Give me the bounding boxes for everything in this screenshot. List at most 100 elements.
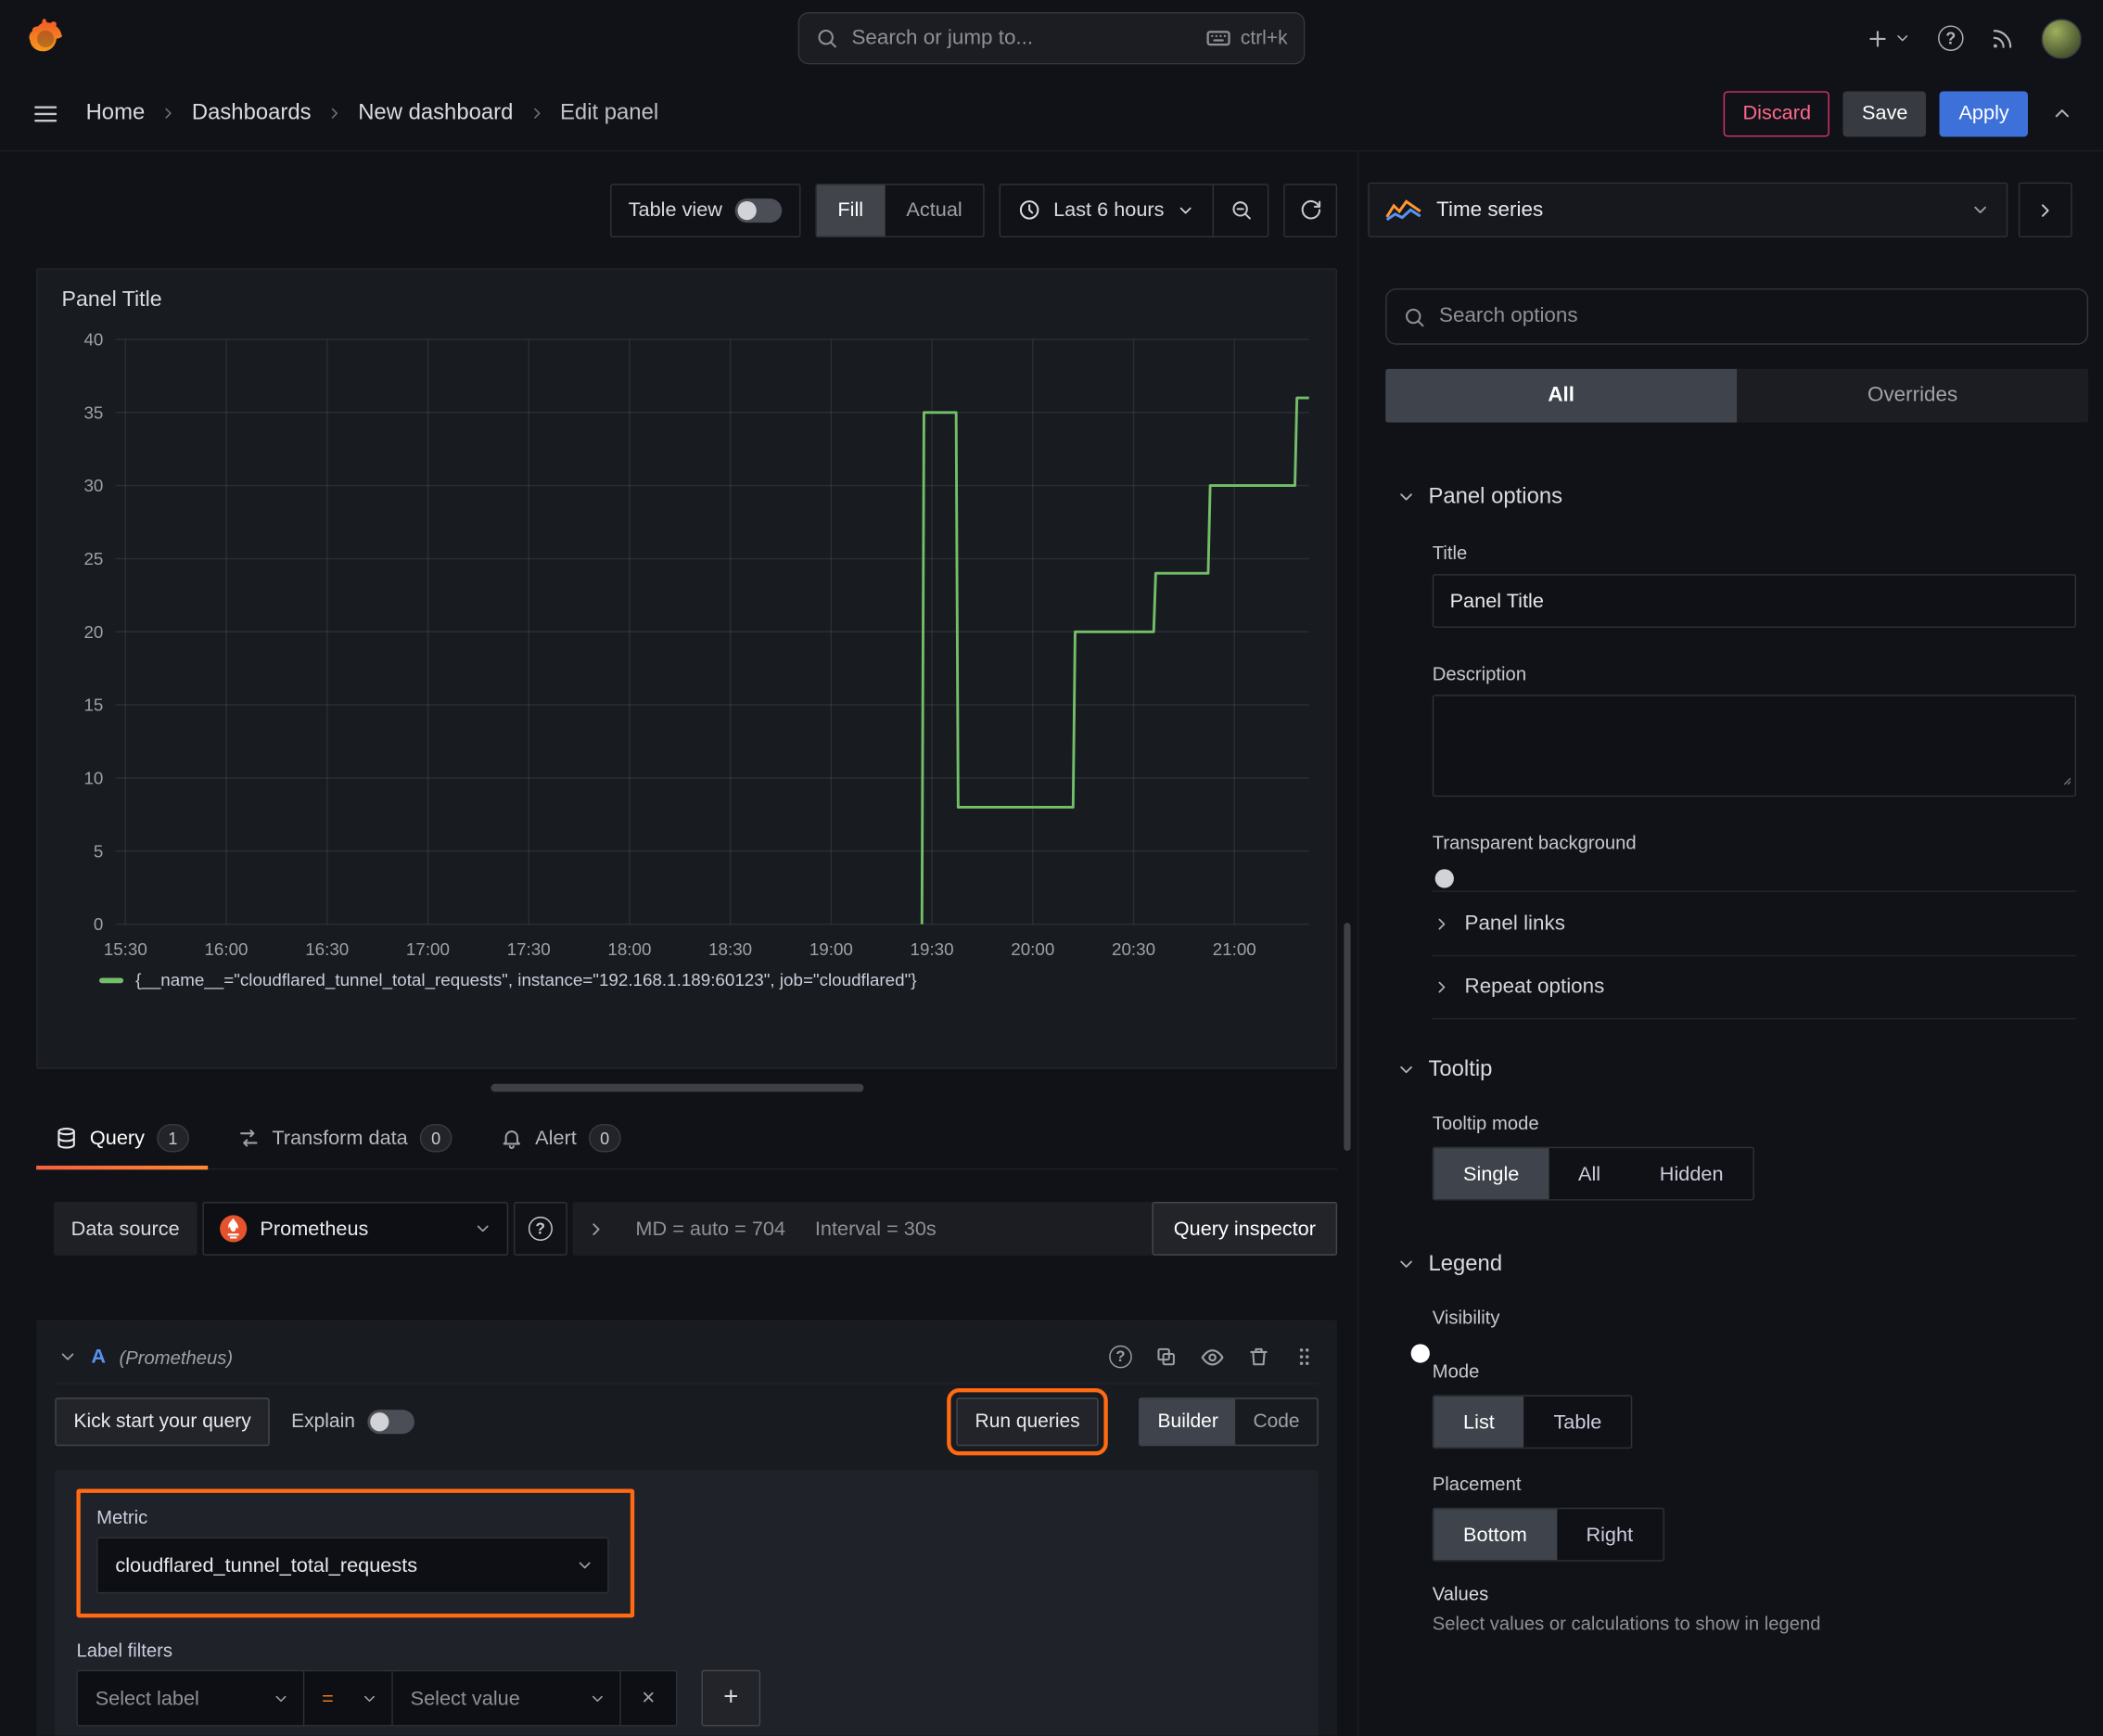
- panel-options-header[interactable]: Panel options: [1396, 484, 2103, 509]
- explain-label: Explain: [291, 1410, 355, 1433]
- svg-text:18:00: 18:00: [607, 939, 651, 959]
- duplicate-query-button[interactable]: [1154, 1346, 1178, 1369]
- description-textarea[interactable]: [1432, 695, 2077, 798]
- tooltip-mode-single[interactable]: Single: [1434, 1148, 1549, 1200]
- table-view-label: Table view: [628, 198, 722, 222]
- remove-filter-button[interactable]: ×: [620, 1669, 678, 1727]
- panel-links-section[interactable]: Panel links: [1432, 890, 2077, 954]
- menu-toggle[interactable]: [32, 100, 59, 127]
- keyboard-icon: [1206, 31, 1230, 46]
- breadcrumb-new-dashboard[interactable]: New dashboard: [358, 100, 513, 125]
- tab-query[interactable]: Query 1: [36, 1124, 208, 1170]
- save-button[interactable]: Save: [1842, 90, 1927, 136]
- resize-corner-icon[interactable]: [2056, 769, 2071, 792]
- repeat-options-section[interactable]: Repeat options: [1432, 954, 2077, 1020]
- datasource-picker[interactable]: Prometheus: [202, 1202, 509, 1256]
- metric-select[interactable]: cloudflared_tunnel_total_requests: [96, 1537, 609, 1594]
- fill-option[interactable]: Fill: [816, 184, 886, 236]
- search-input[interactable]: [851, 26, 1192, 51]
- add-filter-button[interactable]: +: [701, 1669, 761, 1727]
- tooltip-mode-hidden[interactable]: Hidden: [1630, 1148, 1752, 1199]
- query-inspector-button[interactable]: Query inspector: [1152, 1202, 1338, 1256]
- tab-transform[interactable]: Transform data 0: [219, 1124, 471, 1168]
- datasource-help-button[interactable]: ?: [513, 1202, 567, 1256]
- legend-mode-list[interactable]: List: [1434, 1396, 1524, 1448]
- news-button[interactable]: [1991, 26, 2015, 50]
- panel-toolbar: Table view Fill Actual Last 6 hours: [0, 183, 1338, 237]
- options-search[interactable]: [1385, 287, 2089, 345]
- title-label: Title: [1432, 542, 1468, 564]
- breadcrumb-home[interactable]: Home: [86, 100, 146, 125]
- query-ref-id[interactable]: A: [91, 1346, 106, 1369]
- svg-text:16:00: 16:00: [204, 939, 248, 959]
- operator-dropdown[interactable]: =: [304, 1669, 393, 1727]
- time-series-chart[interactable]: 0 5 10 15 20 25 30 35 40 15:30 16:00 16:30 17:00 17:3…: [62, 324, 1330, 964]
- actual-option[interactable]: Actual: [885, 185, 984, 236]
- table-view-toggle[interactable]: [734, 198, 782, 223]
- scrollbar-thumb[interactable]: [1344, 923, 1351, 1152]
- legend-placement-bottom[interactable]: Bottom: [1434, 1509, 1557, 1561]
- help-button[interactable]: ?: [1938, 25, 1964, 51]
- svg-text:18:30: 18:30: [708, 939, 752, 959]
- tab-all[interactable]: All: [1385, 368, 1738, 423]
- chart-legend[interactable]: {__name__="cloudflared_tunnel_total_requ…: [99, 970, 1319, 989]
- query-options-bar: MD = auto = 704 Interval = 30s Query ins…: [572, 1202, 1338, 1256]
- expand-options-button[interactable]: [586, 1219, 606, 1239]
- global-search[interactable]: ctrl+k: [797, 12, 1306, 65]
- select-label-dropdown[interactable]: Select label: [76, 1669, 305, 1727]
- collapse-options-button[interactable]: [2018, 182, 2072, 238]
- tab-alert[interactable]: Alert 0: [481, 1124, 639, 1168]
- metric-highlight-annotation: Metric cloudflared_tunnel_total_requests: [76, 1488, 635, 1618]
- grafana-logo[interactable]: [21, 16, 67, 61]
- label-filters-label: Label filters: [76, 1639, 173, 1661]
- trash-icon: [1250, 1347, 1268, 1366]
- options-search-input[interactable]: [1439, 304, 2071, 329]
- datasource-name: Prometheus: [260, 1217, 369, 1241]
- explain-toggle[interactable]: [366, 1410, 414, 1435]
- label-filter-row: Select label = Select value × +: [76, 1669, 1296, 1727]
- zoom-out-icon: [1231, 201, 1251, 220]
- kick-start-button[interactable]: Kick start your query: [55, 1398, 270, 1447]
- delete-query-button[interactable]: [1247, 1346, 1270, 1369]
- discard-button[interactable]: Discard: [1724, 90, 1830, 136]
- edit-pane: Table view Fill Actual Last 6 hours Pane…: [0, 151, 1355, 1736]
- run-queries-button[interactable]: Run queries: [947, 1388, 1109, 1456]
- chevron-down-icon[interactable]: [57, 1347, 78, 1367]
- time-range-button[interactable]: Last 6 hours: [1001, 185, 1213, 236]
- select-value-dropdown[interactable]: Select value: [392, 1669, 621, 1727]
- chevron-down-icon: [576, 1556, 594, 1575]
- drag-query-handle[interactable]: [1293, 1346, 1316, 1369]
- svg-text:19:00: 19:00: [809, 939, 853, 959]
- query-help-button[interactable]: ?: [1109, 1345, 1132, 1369]
- hide-query-button[interactable]: [1201, 1345, 1225, 1369]
- resize-handle[interactable]: [491, 1083, 864, 1092]
- tooltip-header[interactable]: Tooltip: [1396, 1057, 2103, 1082]
- fill-actual-group: Fill Actual: [814, 183, 986, 237]
- time-picker-group: Last 6 hours: [1000, 183, 1269, 237]
- tab-overrides[interactable]: Overrides: [1737, 369, 2088, 423]
- avatar[interactable]: [2041, 18, 2082, 58]
- tooltip-mode-all[interactable]: All: [1549, 1148, 1630, 1199]
- description-field: [1432, 695, 2077, 798]
- legend-mode-table[interactable]: Table: [1524, 1397, 1632, 1448]
- builder-code-group: Builder Code: [1139, 1398, 1319, 1447]
- legend-header[interactable]: Legend: [1396, 1252, 2103, 1277]
- collapse-up-button[interactable]: [2041, 94, 2081, 134]
- legend-placement-right[interactable]: Right: [1557, 1509, 1663, 1560]
- add-menu-button[interactable]: [1866, 26, 1911, 50]
- panel-preview: Panel Title 0 5 10 15 20 25 30 35 40 15:30 16:00 16…: [36, 268, 1338, 1069]
- zoom-out-time-button[interactable]: [1214, 185, 1268, 236]
- builder-option[interactable]: Builder: [1140, 1398, 1236, 1445]
- chevron-down-icon: [477, 1225, 489, 1232]
- visualization-picker[interactable]: Time series: [1368, 182, 2008, 238]
- editor-tabs: Query 1 Transform data 0 Alert 0: [36, 1124, 1338, 1170]
- series-color-swatch: [99, 976, 124, 983]
- panel-title-input[interactable]: [1432, 574, 2077, 628]
- chevron-up-icon: [2054, 109, 2069, 118]
- breadcrumb-dashboards[interactable]: Dashboards: [192, 100, 312, 125]
- legend-placement-label: Placement: [1432, 1473, 1522, 1495]
- help-icon: ?: [1109, 1345, 1132, 1369]
- code-option[interactable]: Code: [1236, 1399, 1318, 1445]
- refresh-button[interactable]: [1285, 185, 1336, 236]
- apply-button[interactable]: Apply: [1940, 90, 2029, 136]
